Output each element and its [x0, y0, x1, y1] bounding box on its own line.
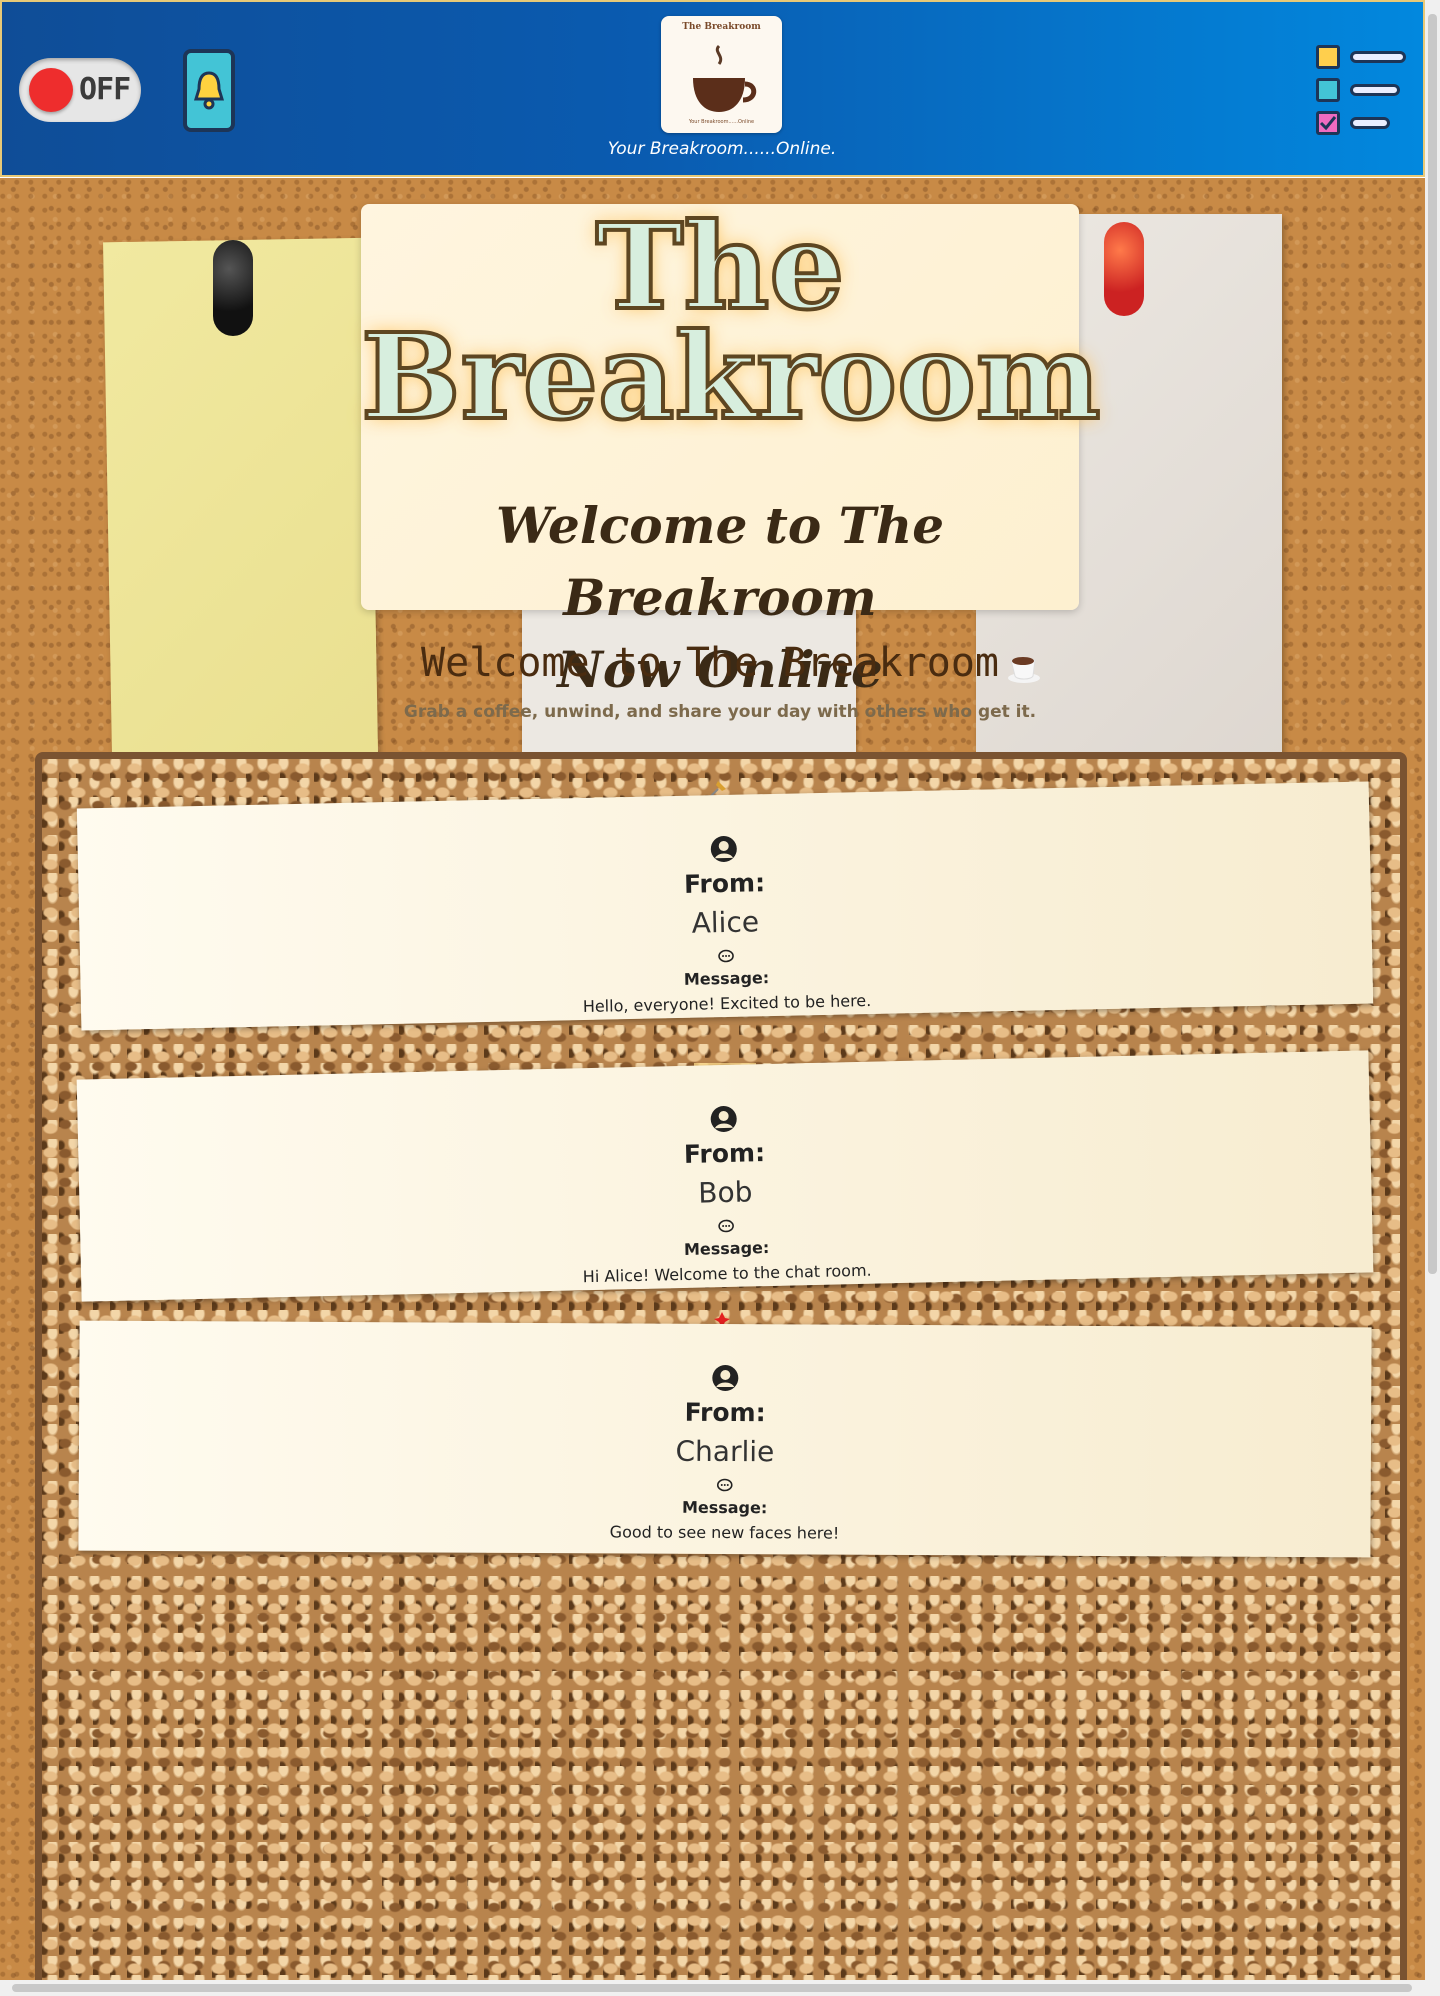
message-board: From: Alice Message: Hello, everyone! Ex… [35, 752, 1407, 1988]
toggle-knob [29, 68, 73, 112]
hero-title-line2: Breakroom [359, 307, 1103, 446]
logo-subtext: Your Breakroom......Online [688, 119, 755, 125]
intro-heading: Welcome to The Breakroom [421, 640, 999, 686]
checked-box-icon [1316, 111, 1340, 135]
notification-toggle[interactable]: OFF [19, 58, 141, 122]
user-circle-icon [710, 1106, 737, 1133]
logo-text: The Breakroom [682, 22, 761, 32]
checkbox-icon [1316, 78, 1340, 102]
message-card[interactable]: From: Bob Message: Hi Alice! Welcome to … [76, 1050, 1374, 1302]
header-tagline: Your Breakroom......Online. [607, 139, 837, 159]
black-pin-icon [213, 240, 253, 336]
menu-row [1316, 45, 1412, 69]
vertical-scroll-thumb[interactable] [1428, 14, 1437, 1274]
chat-bubble-icon [718, 949, 734, 963]
user-circle-icon [712, 1365, 739, 1392]
line-icon [1350, 84, 1400, 96]
menu-row [1316, 111, 1412, 135]
hero-card: The Breakroom Welcome to The Breakroom N… [359, 197, 1103, 699]
corkboard-background: The Breakroom Welcome to The Breakroom N… [0, 178, 1425, 1988]
user-circle-icon [710, 836, 737, 863]
toggle-label: OFF [79, 72, 131, 107]
intro-subtitle: Grab a coffee, unwind, and share your da… [403, 702, 1037, 722]
line-icon [1350, 117, 1390, 129]
message-text: Good to see new faces here! [609, 1522, 840, 1543]
site-logo[interactable]: The Breakroom Your Breakroom......Online [661, 16, 782, 133]
notifications-button[interactable] [183, 49, 235, 132]
hero-welcome-line1: Welcome to The Breakroom [495, 496, 945, 627]
message-card[interactable]: From: Alice Message: Hello, everyone! Ex… [76, 781, 1374, 1031]
bell-icon [193, 71, 225, 110]
horizontal-scroll-thumb[interactable] [12, 1984, 1412, 1992]
message-sender: Charlie [675, 1434, 775, 1469]
logo-cup-icon [693, 44, 757, 112]
message-from-label: From: [684, 1397, 766, 1428]
red-pin-icon [1104, 222, 1144, 316]
check-icon [1319, 116, 1337, 131]
line-icon [1350, 51, 1406, 63]
checkbox-icon [1316, 45, 1340, 69]
hero-title-line1: The [594, 197, 847, 336]
top-header: OFF The Breakroom Your Breakroom......On… [0, 0, 1425, 177]
coffee-cup-icon [1008, 657, 1040, 683]
chat-bubble-icon [718, 1219, 734, 1233]
hero-title: The Breakroom [359, 197, 1103, 446]
vertical-scrollbar[interactable] [1425, 0, 1440, 1980]
menu-row [1316, 78, 1412, 102]
horizontal-scrollbar[interactable] [0, 1980, 1440, 1996]
message-card[interactable]: From: Charlie Message: Good to see new f… [78, 1320, 1372, 1558]
menu-button[interactable] [1316, 45, 1412, 137]
message-label: Message: [681, 1497, 768, 1518]
chat-bubble-icon [716, 1478, 733, 1492]
